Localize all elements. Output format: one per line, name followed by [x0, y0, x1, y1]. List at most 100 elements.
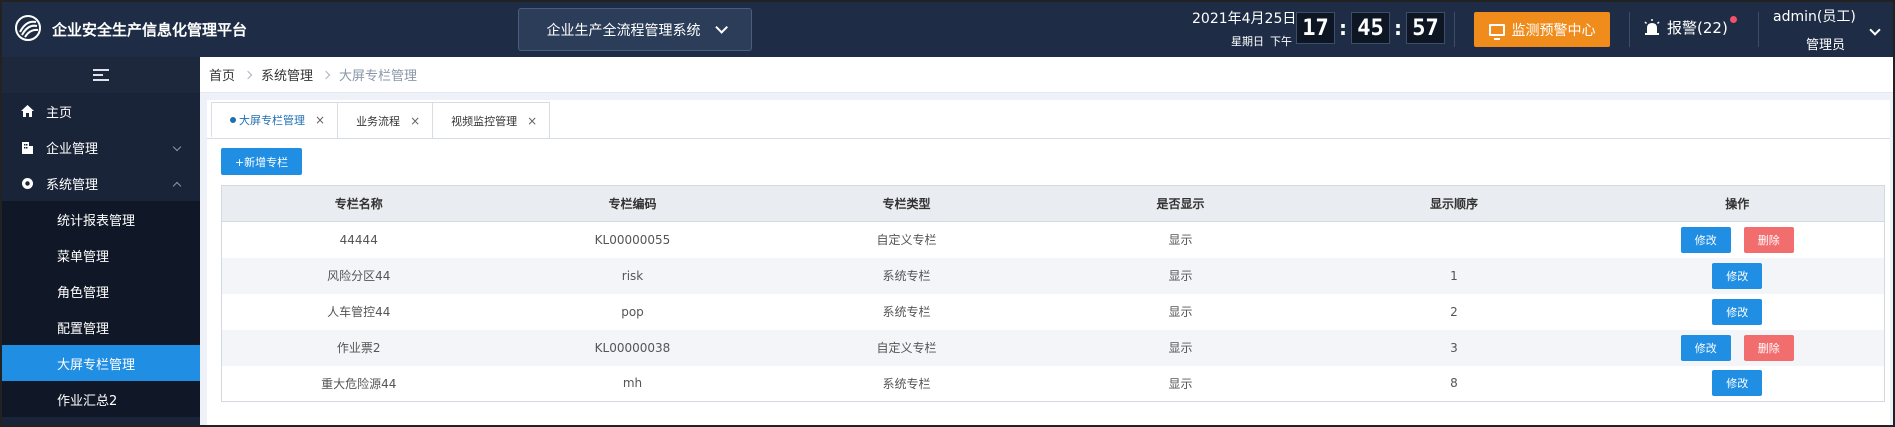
- breadcrumb: 首页 系统管理 大屏专栏管理: [200, 57, 1893, 93]
- table-header-row: 专栏名称 专栏编码 专栏类型 是否显示 显示顺序 操作: [221, 185, 1885, 222]
- user-role: 管理员: [1806, 38, 1846, 53]
- sidebar-subitem-work-summary[interactable]: 作业汇总2: [2, 381, 200, 417]
- table-cell-name: 人车管控44: [327, 305, 391, 319]
- header-divider: [1629, 12, 1630, 47]
- system-selector[interactable]: 企业生产全流程管理系统: [518, 8, 752, 51]
- sidebar-subitem-report[interactable]: 统计报表管理: [2, 201, 200, 237]
- sidebar: 主页 企业管理 系统管理 统计报表管理 菜单管理 角色管理 配置管理 大屏专栏管…: [2, 57, 200, 425]
- delete-button[interactable]: 删除: [1743, 334, 1794, 361]
- clock-separator: :: [1339, 16, 1347, 40]
- close-icon[interactable]: ×: [315, 113, 325, 127]
- add-column-button[interactable]: +新增专栏: [221, 148, 302, 175]
- edit-button[interactable]: 修改: [1712, 262, 1763, 289]
- tabs-underline: [207, 138, 1890, 139]
- chevron-right-icon: [243, 70, 253, 79]
- edit-button[interactable]: 修改: [1712, 298, 1763, 325]
- table-cell-name: 风险分区44: [221, 257, 496, 294]
- table-cell-name: 44444: [339, 232, 378, 247]
- monitor-icon: [1488, 23, 1505, 40]
- table-cell-code: KL00000038: [495, 329, 770, 366]
- sidebar-collapse-toggle[interactable]: [2, 57, 200, 93]
- building-icon: [20, 140, 34, 154]
- top-header: 企业安全生产信息化管理平台 企业生产全流程管理系统 2021年4月25日 星期日…: [2, 2, 1893, 57]
- platform-logo-icon: [15, 15, 41, 41]
- sidebar-item-system[interactable]: 系统管理: [2, 165, 200, 201]
- alarm-label-wrap: 报警(22): [1667, 16, 1737, 38]
- table-row: 44444 KL00000055 自定义专栏 显示 修改 删除: [222, 222, 1885, 258]
- table-cell-actions: 修改: [1591, 294, 1885, 330]
- table-cell-type: 系统专栏: [882, 305, 931, 319]
- settings-icon: [20, 176, 34, 190]
- app-title: 企业安全生产信息化管理平台: [52, 21, 248, 39]
- clock-separator: :: [1394, 16, 1402, 40]
- table-cell-code: risk: [495, 257, 770, 294]
- table-cell-shown: 显示: [1043, 257, 1318, 294]
- column-header: 是否显示: [1043, 185, 1318, 222]
- sidebar-subitem-menu[interactable]: 菜单管理: [2, 237, 200, 273]
- sidebar-subitem-screen-column[interactable]: 大屏专栏管理: [2, 345, 200, 381]
- table-cell-name: 重大危险源44: [321, 376, 397, 391]
- main-panel: 大屏专栏管理 × 业务流程 × 视频监控管理 × +新增专栏 专栏名称 专栏编码: [207, 100, 1890, 425]
- table-row: 人车管控44 pop 系统专栏 显示 2 修改: [222, 294, 1885, 330]
- column-header: 显示顺序: [1317, 185, 1591, 222]
- menu-collapse-icon: [93, 69, 109, 81]
- breadcrumb-system[interactable]: 系统管理: [261, 65, 313, 84]
- user-menu[interactable]: admin(员工) 管理员: [1773, 6, 1888, 53]
- header-divider: [1758, 12, 1759, 47]
- sidebar-item-home[interactable]: 主页: [2, 93, 200, 129]
- table-body: 44444 KL00000055 自定义专栏 显示 修改 删除 风险分区44 risk 系统专栏…: [221, 222, 1885, 402]
- breadcrumb-home[interactable]: 首页: [209, 65, 235, 84]
- monitor-center-button[interactable]: 监测预警中心: [1474, 12, 1610, 47]
- table-cell-shown: 显示: [1168, 376, 1193, 391]
- sidebar-item-enterprise[interactable]: 企业管理: [2, 129, 200, 165]
- chevron-down-icon: [714, 21, 728, 34]
- table-cell-order: 2: [1450, 304, 1458, 319]
- table-row: 作业票2 KL00000038 自定义专栏 显示 3 修改 删除: [221, 329, 1885, 366]
- date-display: 2021年4月25日 星期日 下午: [1192, 8, 1297, 49]
- table-cell-actions: 修改 删除: [1591, 222, 1885, 258]
- chevron-up-icon: [172, 181, 182, 191]
- table-cell-actions: 修改: [1590, 257, 1885, 294]
- table-cell-name: 作业票2: [221, 329, 496, 366]
- digital-clock: 17 : 45 : 57: [1296, 12, 1445, 44]
- table-cell-order: 1: [1317, 257, 1591, 294]
- active-dot-icon: [230, 116, 236, 123]
- user-name: admin(员工): [1773, 9, 1856, 25]
- column-header: 专栏名称: [221, 185, 496, 222]
- close-icon[interactable]: ×: [410, 114, 420, 128]
- sidebar-subitem-config[interactable]: 配置管理: [2, 309, 200, 345]
- table-cell-shown: 显示: [1043, 329, 1318, 366]
- table-cell-actions: 修改: [1591, 366, 1885, 402]
- edit-button[interactable]: 修改: [1680, 334, 1731, 361]
- app-window: 企业安全生产信息化管理平台 企业生产全流程管理系统 2021年4月25日 星期日…: [0, 0, 1895, 427]
- sidebar-item-label: 系统管理: [46, 177, 99, 193]
- table-cell-code: mh: [622, 376, 643, 391]
- column-header: 专栏类型: [769, 185, 1044, 222]
- edit-button[interactable]: 修改: [1680, 226, 1731, 253]
- chevron-down-icon: [172, 142, 182, 152]
- period-text: 下午: [1270, 35, 1292, 48]
- table-cell-code: pop: [621, 304, 644, 319]
- table-row: 风险分区44 risk 系统专栏 显示 1 修改: [221, 257, 1885, 294]
- delete-button[interactable]: 删除: [1743, 226, 1794, 253]
- tab-video-monitor[interactable]: 视频监控管理 ×: [432, 102, 551, 138]
- tab-business-process[interactable]: 业务流程 ×: [337, 102, 434, 138]
- breadcrumb-current: 大屏专栏管理: [339, 69, 418, 84]
- alarm-button[interactable]: 报警(22): [1643, 16, 1737, 38]
- table-cell-order: 3: [1317, 329, 1591, 366]
- table-cell-type: 系统专栏: [882, 376, 931, 391]
- edit-button[interactable]: 修改: [1712, 370, 1763, 397]
- table-cell-type: 系统专栏: [769, 257, 1044, 294]
- monitor-center-label: 监测预警中心: [1511, 22, 1596, 39]
- date-text: 2021年4月25日: [1192, 11, 1297, 27]
- alarm-label: 报警(22): [1667, 19, 1728, 37]
- column-header: 操作: [1590, 185, 1885, 222]
- chevron-right-icon: [321, 70, 331, 79]
- sidebar-subitem-role[interactable]: 角色管理: [2, 273, 200, 309]
- tab-label: 视频监控管理: [451, 114, 518, 128]
- tab-screen-column[interactable]: 大屏专栏管理 ×: [211, 102, 339, 138]
- tab-label: 业务流程: [356, 114, 401, 128]
- alarm-notification-dot: [1729, 16, 1737, 23]
- tab-label: 大屏专栏管理: [239, 113, 305, 127]
- close-icon[interactable]: ×: [527, 114, 537, 128]
